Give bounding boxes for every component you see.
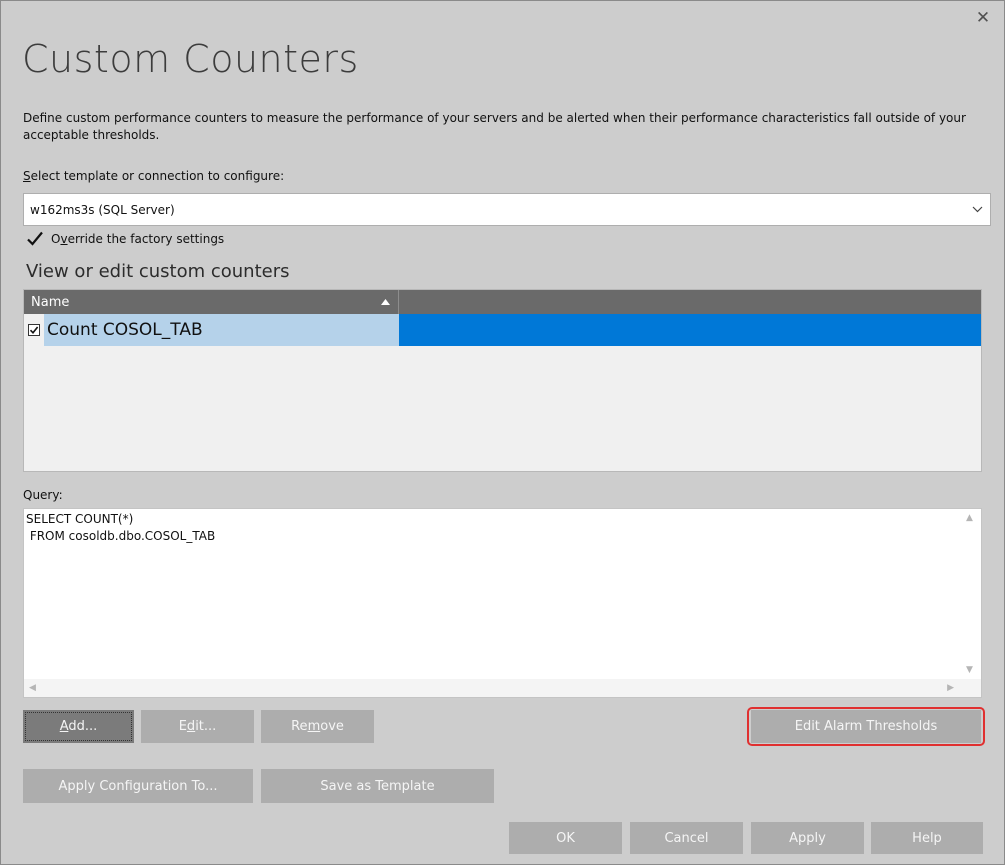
apply-configuration-to-button[interactable]: Apply Configuration To... [23, 769, 253, 803]
template-connection-value: w162ms3s (SQL Server) [30, 202, 175, 217]
template-connection-select[interactable]: w162ms3s (SQL Server) [23, 193, 991, 226]
row-checkbox[interactable] [28, 324, 40, 336]
cancel-button-label: Cancel [664, 830, 709, 846]
help-button[interactable]: Help [871, 822, 983, 854]
scroll-down-icon[interactable]: ▼ [966, 665, 973, 675]
checkmark-icon [27, 231, 43, 246]
dialog-description: Define custom performance counters to me… [23, 111, 966, 142]
row-checkbox-area[interactable] [24, 314, 44, 346]
scroll-corner [959, 679, 981, 697]
chevron-down-icon[interactable] [964, 194, 990, 225]
counters-section-title: View or edit custom counters [26, 261, 290, 282]
column-header-empty [399, 290, 981, 314]
cell-name[interactable]: Count COSOL_TAB [24, 314, 399, 346]
remove-button[interactable]: Remove [261, 710, 374, 743]
save-as-template-label: Save as Template [320, 778, 435, 794]
scroll-up-icon[interactable]: ▲ [966, 513, 973, 523]
sort-ascending-icon [381, 299, 390, 305]
ok-button-label: OK [556, 830, 575, 846]
override-label: Override the factory settings [51, 232, 225, 246]
highlight-ring [747, 707, 985, 746]
column-header-name-label: Name [31, 294, 70, 310]
cell-selection-fill[interactable] [399, 314, 981, 346]
edit-button-label: Edit... [178, 719, 217, 734]
remove-button-label: Remove [291, 719, 344, 734]
counter-name: Count COSOL_TAB [44, 314, 399, 346]
grid-header: Name [24, 290, 981, 314]
template-select-label-rest: elect template or connection to configur… [30, 169, 285, 183]
save-as-template-button[interactable]: Save as Template [261, 769, 494, 803]
scroll-left-icon[interactable]: ◀ [29, 683, 36, 693]
column-header-name[interactable]: Name [24, 290, 399, 314]
apply-button-label: Apply [789, 830, 826, 846]
query-text[interactable]: SELECT COUNT(*) FROM cosoldb.dbo.COSOL_T… [26, 511, 957, 679]
query-label: Query: [23, 488, 63, 502]
template-select-label-accel: S [23, 169, 31, 183]
query-editor[interactable]: SELECT COUNT(*) FROM cosoldb.dbo.COSOL_T… [23, 508, 982, 698]
template-select-label: Select template or connection to configu… [23, 169, 284, 183]
custom-counters-grid[interactable]: Name Count COSOL_TAB [23, 289, 982, 472]
apply-button[interactable]: Apply [751, 822, 864, 854]
ok-button[interactable]: OK [509, 822, 622, 854]
edit-button[interactable]: Edit... [141, 710, 254, 743]
horizontal-scrollbar[interactable]: ◀ ▶ [24, 679, 959, 697]
checkmark-icon [29, 326, 39, 335]
close-button[interactable]: ✕ [972, 7, 994, 29]
add-button-label: Add... [59, 719, 98, 734]
override-checkbox[interactable] [25, 229, 45, 249]
help-button-label: Help [912, 830, 942, 846]
table-row[interactable]: Count COSOL_TAB [24, 314, 981, 346]
override-factory-settings[interactable]: Override the factory settings [25, 229, 224, 249]
custom-counters-dialog: ✕ Custom Counters Define custom performa… [0, 0, 1005, 865]
scroll-right-icon[interactable]: ▶ [947, 683, 954, 693]
apply-configuration-to-label: Apply Configuration To... [58, 778, 218, 794]
close-icon: ✕ [975, 8, 991, 28]
dialog-title: Custom Counters [22, 37, 359, 81]
cancel-button[interactable]: Cancel [630, 822, 743, 854]
vertical-scrollbar[interactable]: ▲ ▼ [959, 509, 981, 679]
add-button[interactable]: Add... [23, 710, 134, 743]
